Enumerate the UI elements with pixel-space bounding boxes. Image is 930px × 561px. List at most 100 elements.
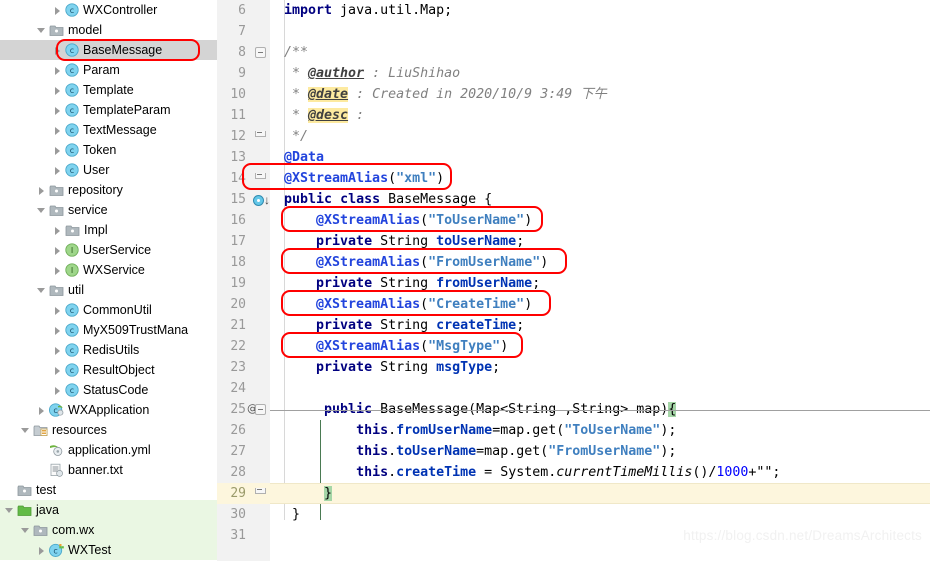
tree-item-redisutils[interactable]: c RedisUtils — [0, 340, 217, 360]
line-number-13[interactable]: 13 — [217, 147, 246, 168]
line-number-15[interactable]: 15 — [217, 189, 246, 210]
line-number-17[interactable]: 17 — [217, 231, 246, 252]
code-line-20[interactable]: @XStreamAlias("CreateTime") — [270, 294, 930, 315]
chevron-right-icon[interactable] — [36, 545, 47, 556]
tree-item-wxapplication[interactable]: c WXApplication — [0, 400, 217, 420]
code-editor[interactable]: 6 7 8 9 10 11 12 13 14 15 16 17 18 19 20 21 22 23 24 25 26 27… — [217, 0, 930, 561]
chevron-right-icon[interactable] — [52, 65, 63, 76]
code-line-24[interactable] — [270, 378, 930, 399]
tree-item-template[interactable]: c Template — [0, 80, 217, 100]
tree-item-wxservice[interactable]: I WXService — [0, 260, 217, 280]
code-line-10[interactable]: * @date : Created in 2020/10/9 3:49 下午 — [270, 84, 930, 105]
chevron-right-icon[interactable] — [52, 105, 63, 116]
line-number-14[interactable]: 14 — [217, 168, 246, 189]
fold-toggle-line-14[interactable] — [255, 173, 266, 184]
chevron-right-icon[interactable] — [52, 245, 63, 256]
tree-item-basemessage[interactable]: c BaseMessage — [0, 40, 217, 60]
tree-item-wxcontroller[interactable]: c WXController — [0, 0, 217, 20]
chevron-right-icon[interactable] — [52, 225, 63, 236]
code-line-30[interactable]: } — [270, 504, 930, 525]
chevron-down-icon[interactable] — [20, 525, 31, 536]
line-number-18[interactable]: 18 — [217, 252, 246, 273]
tree-item-service[interactable]: service — [0, 200, 217, 220]
chevron-right-icon[interactable] — [52, 365, 63, 376]
line-number-10[interactable]: 10 — [217, 84, 246, 105]
chevron-right-icon[interactable] — [52, 325, 63, 336]
tree-item-textmessage[interactable]: c TextMessage — [0, 120, 217, 140]
code-line-22[interactable]: @XStreamAlias("MsgType") — [270, 336, 930, 357]
fold-toggle-line-25[interactable] — [255, 404, 266, 415]
tree-item-param[interactable]: c Param — [0, 60, 217, 80]
line-number-21[interactable]: 21 — [217, 315, 246, 336]
chevron-down-icon[interactable] — [36, 285, 47, 296]
code-line-14[interactable]: @XStreamAlias("xml") — [270, 168, 930, 189]
tree-item-token[interactable]: c Token — [0, 140, 217, 160]
implementation-marker-icon[interactable]: ↓ — [253, 194, 270, 207]
chevron-right-icon[interactable] — [52, 5, 63, 16]
chevron-right-icon[interactable] — [36, 185, 47, 196]
code-line-9[interactable]: * @author : LiuShihao — [270, 63, 930, 84]
line-number-30[interactable]: 30 — [217, 504, 246, 525]
chevron-right-icon[interactable] — [52, 145, 63, 156]
line-number-gutter[interactable]: 6 7 8 9 10 11 12 13 14 15 16 17 18 19 20 21 22 23 24 25 26 27… — [217, 0, 270, 561]
tree-item-java[interactable]: java — [0, 500, 217, 520]
code-line-19[interactable]: private String fromUserName; — [270, 273, 930, 294]
code-line-7[interactable] — [270, 21, 930, 42]
chevron-right-icon[interactable] — [52, 305, 63, 316]
line-number-7[interactable]: 7 — [217, 21, 246, 42]
line-number-16[interactable]: 16 — [217, 210, 246, 231]
tree-item-wxtest[interactable]: c WXTest — [0, 540, 217, 560]
tree-item-myx509trustmana[interactable]: c MyX509TrustMana — [0, 320, 217, 340]
code-line-12[interactable]: */ — [270, 126, 930, 147]
code-line-16[interactable]: @XStreamAlias("ToUserName") — [270, 210, 930, 231]
tree-item-templateparam[interactable]: c TemplateParam — [0, 100, 217, 120]
tree-item-util[interactable]: util — [0, 280, 217, 300]
chevron-down-icon[interactable] — [36, 25, 47, 36]
chevron-right-icon[interactable] — [52, 165, 63, 176]
tree-item-impl[interactable]: Impl — [0, 220, 217, 240]
code-line-27[interactable]: this.toUserName=map.get("FromUserName"); — [270, 441, 930, 462]
chevron-right-icon[interactable] — [52, 125, 63, 136]
code-line-13[interactable]: @Data — [270, 147, 930, 168]
line-number-6[interactable]: 6 — [217, 0, 246, 21]
tree-item-commonutil[interactable]: c CommonUtil — [0, 300, 217, 320]
line-number-22[interactable]: 22 — [217, 336, 246, 357]
chevron-right-icon[interactable] — [52, 85, 63, 96]
line-number-24[interactable]: 24 — [217, 378, 246, 399]
chevron-down-icon[interactable] — [4, 505, 15, 516]
tree-item-com-wx[interactable]: com.wx — [0, 520, 217, 540]
fold-toggle-line-8[interactable] — [255, 47, 266, 58]
line-number-31[interactable]: 31 — [217, 525, 246, 546]
code-line-15[interactable]: public class BaseMessage { — [270, 189, 930, 210]
line-number-26[interactable]: 26 — [217, 420, 246, 441]
code-line-21[interactable]: private String createTime; — [270, 315, 930, 336]
line-number-27[interactable]: 27 — [217, 441, 246, 462]
line-number-11[interactable]: 11 — [217, 105, 246, 126]
tree-item-test[interactable]: test — [0, 480, 217, 500]
code-line-11[interactable]: * @desc : — [270, 105, 930, 126]
line-number-20[interactable]: 20 — [217, 294, 246, 315]
chevron-right-icon[interactable] — [52, 45, 63, 56]
project-tree[interactable]: c WXController model c BaseMessage c Param c Tem… — [0, 0, 217, 560]
tree-item-statuscode[interactable]: c StatusCode — [0, 380, 217, 400]
code-line-23[interactable]: private String msgType; — [270, 357, 930, 378]
tree-item-model[interactable]: model — [0, 20, 217, 40]
code-line-28[interactable]: this.createTime = System.currentTimeMill… — [270, 462, 930, 483]
tree-item-resultobject[interactable]: c ResultObject — [0, 360, 217, 380]
project-tree-panel[interactable]: c WXController model c BaseMessage c Param c Tem… — [0, 0, 217, 561]
code-line-29-current[interactable]: } — [270, 483, 930, 504]
line-number-23[interactable]: 23 — [217, 357, 246, 378]
line-number-28[interactable]: 28 — [217, 462, 246, 483]
code-line-26[interactable]: this.fromUserName=map.get("ToUserName"); — [270, 420, 930, 441]
tree-item-user[interactable]: c User — [0, 160, 217, 180]
tree-item-banner-txt[interactable]: banner.txt — [0, 460, 217, 480]
tree-item-repository[interactable]: repository — [0, 180, 217, 200]
tree-item-application-yml[interactable]: application.yml — [0, 440, 217, 460]
code-line-17[interactable]: private String toUserName; — [270, 231, 930, 252]
tree-item-resources[interactable]: resources — [0, 420, 217, 440]
code-line-6[interactable]: import java.util.Map; — [270, 0, 930, 21]
chevron-right-icon[interactable] — [52, 345, 63, 356]
chevron-right-icon[interactable] — [52, 385, 63, 396]
chevron-down-icon[interactable] — [20, 425, 31, 436]
line-number-12[interactable]: 12 — [217, 126, 246, 147]
